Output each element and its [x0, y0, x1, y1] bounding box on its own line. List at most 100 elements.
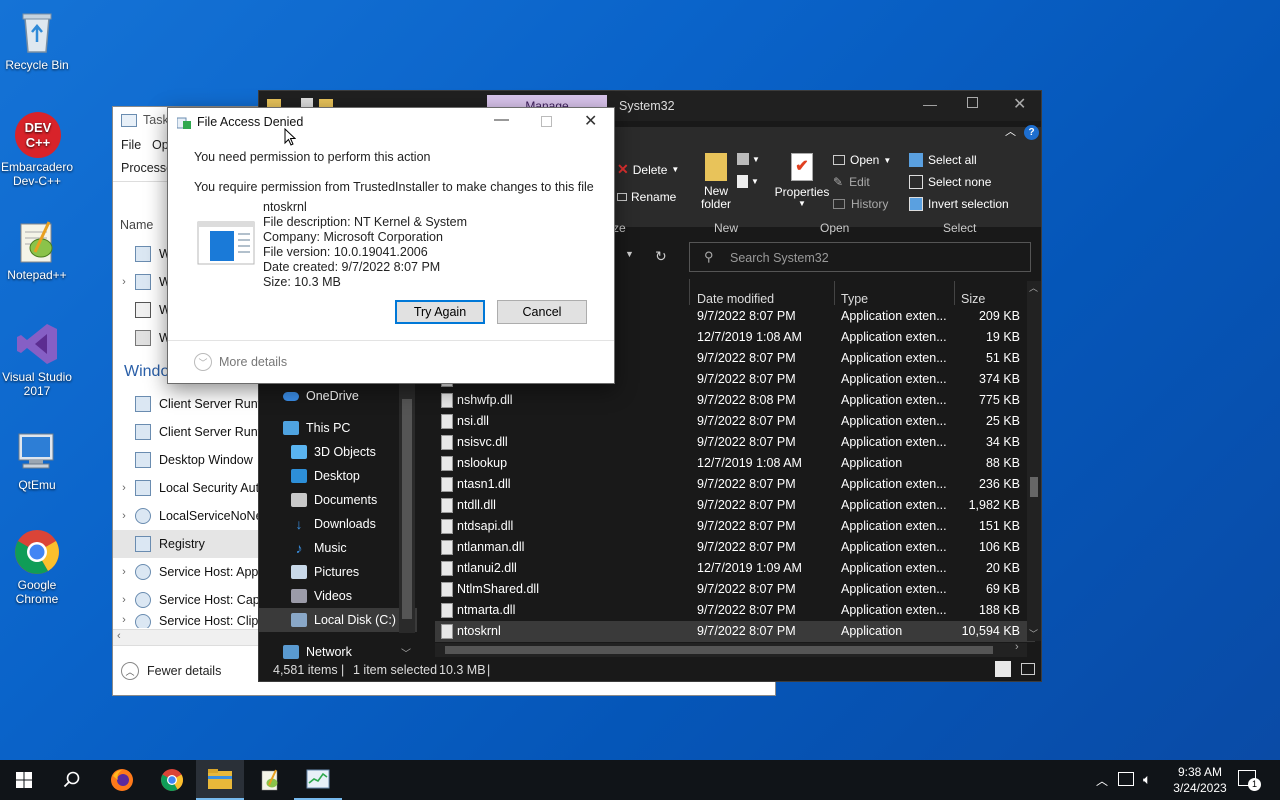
file-row[interactable]: ntasn1.dll 9/7/2022 8:07 PM Application ex… [435, 474, 1035, 495]
easy-access-button[interactable]: ▼ [737, 175, 759, 188]
nav-item-3d-objects[interactable]: 3D Objects [259, 440, 399, 464]
nav-item-onedrive[interactable]: OneDrive [259, 384, 399, 408]
process-row[interactable]: › Local Security Aut [113, 474, 273, 502]
taskbar-notepadpp[interactable] [246, 760, 294, 800]
process-row[interactable]: Client Server Runt [113, 390, 273, 418]
desktop-icon-recycle-bin[interactable]: Recycle Bin [0, 8, 74, 72]
search-button[interactable] [48, 760, 96, 800]
scroll-left-arrow-icon[interactable]: ‹ [117, 630, 121, 642]
new-item-button[interactable]: ▼ [737, 153, 760, 165]
desktop-icon-chrome[interactable]: Google Chrome [0, 528, 74, 606]
collapse-ribbon-chevron-icon[interactable]: ︿ [1005, 123, 1016, 139]
properties-button[interactable]: ✔ Properties ▼ [775, 153, 829, 208]
nav-scroll-down-chevron-icon[interactable]: ﹀ [401, 645, 411, 660]
file-row[interactable]: nsi.dll 9/7/2022 8:07 PM Application exten… [435, 411, 1035, 432]
file-row[interactable]: ntlanman.dll 9/7/2022 8:07 PM Application … [435, 537, 1035, 558]
dialog-close-button[interactable]: ✕ [584, 111, 597, 131]
nav-item-downloads[interactable]: ↓ Downloads [259, 512, 399, 536]
minimize-button[interactable]: — [923, 96, 937, 112]
file-row[interactable]: ntlanui2.dll 12/7/2019 1:09 AM Application… [435, 558, 1035, 579]
dialog-minimize-button[interactable]: — [494, 111, 509, 128]
nav-scrollbar-thumb[interactable] [402, 399, 412, 619]
scroll-up-arrow-icon[interactable]: ︿ [1029, 281, 1038, 294]
process-row[interactable]: Desktop Window [113, 446, 273, 474]
column-header-name[interactable]: Name [120, 218, 153, 232]
file-access-denied-dialog[interactable]: File Access Denied — ✕ You need permissi… [167, 107, 615, 384]
show-hidden-icons-chevron-icon[interactable]: ︿ [1096, 772, 1108, 789]
nav-item-this-pc[interactable]: This PC [259, 416, 399, 440]
edit-button[interactable]: ✎ Edit [833, 175, 870, 189]
start-button[interactable] [0, 760, 48, 800]
taskbar-file-explorer[interactable] [196, 760, 244, 800]
invert-selection-button[interactable]: Invert selection [909, 197, 1009, 211]
nav-item-network[interactable]: Network [259, 640, 399, 663]
nav-item-documents[interactable]: Documents [259, 488, 399, 512]
more-details-button[interactable]: ﹀ More details [194, 353, 287, 371]
recent-locations-dropdown[interactable]: ▼ [625, 249, 634, 259]
action-center-icon[interactable]: 1 [1238, 770, 1261, 791]
process-row[interactable]: Client Server Runt [113, 418, 273, 446]
refresh-icon[interactable]: ↻ [655, 248, 667, 265]
desktop-icon-notepadpp[interactable]: Notepad++ [0, 218, 74, 282]
scroll-right-arrow-icon[interactable]: › [1015, 641, 1019, 653]
file-list-scrollbar-thumb[interactable] [1030, 477, 1038, 497]
delete-button[interactable]: ✕ Delete ▼ [617, 161, 679, 178]
try-again-button[interactable]: Try Again [395, 300, 485, 324]
desktop-icon-qtemu[interactable]: QtEmu [0, 428, 74, 492]
column-date-modified[interactable]: Date modified [697, 292, 774, 306]
task-manager-menu-file[interactable]: File [121, 138, 141, 152]
select-all-button[interactable]: Select all [909, 153, 977, 167]
history-button[interactable]: History [833, 197, 888, 211]
file-list-hscrollbar-thumb[interactable] [445, 646, 993, 654]
volume-muted-icon[interactable]: 🔈︎ [1143, 771, 1151, 788]
details-view-button[interactable] [995, 661, 1011, 677]
column-size[interactable]: Size [961, 292, 985, 306]
file-row[interactable]: ntdll.dll 9/7/2022 8:07 PM Application ext… [435, 495, 1035, 516]
file-list-vertical-scrollbar[interactable] [1027, 281, 1041, 641]
process-row[interactable]: › Service Host: Appl [113, 558, 273, 586]
nav-item-pictures[interactable]: Pictures [259, 560, 399, 584]
file-type: Application exten... [841, 519, 947, 533]
search-box[interactable]: ⚲ Search System32 [689, 242, 1031, 272]
fewer-details-button[interactable]: ︿ Fewer details [121, 662, 221, 680]
column-type[interactable]: Type [841, 292, 868, 306]
taskbar-firefox[interactable] [98, 760, 146, 800]
tab-processes[interactable]: Processe [121, 161, 173, 175]
network-status-icon[interactable] [1118, 772, 1134, 786]
file-row[interactable]: NtlmShared.dll 9/7/2022 8:07 PM Applicatio… [435, 579, 1035, 600]
nav-item-music[interactable]: ♪ Music [259, 536, 399, 560]
process-row[interactable]: › Service Host: Capa [113, 586, 273, 614]
process-row[interactable]: › LocalServiceNoNe [113, 502, 273, 530]
select-none-button[interactable]: Select none [909, 175, 991, 189]
file-row[interactable]: nshwfp.dll 9/7/2022 8:08 PM Application ex… [435, 390, 1035, 411]
process-row[interactable]: › Service Host: Clip [113, 614, 273, 628]
system-clock[interactable]: 9:38 AM 3/24/2023 [1170, 764, 1230, 796]
file-list-horizontal-scrollbar[interactable] [435, 643, 1027, 657]
cancel-button[interactable]: Cancel [497, 300, 587, 324]
process-row-selected[interactable]: Registry [113, 530, 273, 558]
close-button[interactable]: ✕ [1013, 94, 1026, 114]
help-icon[interactable]: ? [1024, 125, 1039, 140]
dropdown-arrow-icon: ▼ [798, 199, 806, 208]
maximize-button[interactable] [967, 97, 978, 108]
new-folder-button[interactable]: New folder [699, 153, 733, 211]
file-row[interactable]: ntmarta.dll 9/7/2022 8:07 PM Application e… [435, 600, 1035, 621]
dll-file-icon [441, 519, 453, 534]
open-button[interactable]: Open ▼ [833, 153, 891, 167]
nav-item-videos[interactable]: Videos [259, 584, 399, 608]
rename-button[interactable]: Rename [617, 190, 676, 204]
window-process-icon [135, 480, 151, 496]
file-row[interactable]: nslookup 12/7/2019 1:08 AM Application 88 K… [435, 453, 1035, 474]
file-row[interactable]: nsisvc.dll 9/7/2022 8:07 PM Application ex… [435, 432, 1035, 453]
large-icons-view-button[interactable] [1021, 663, 1035, 675]
desktop-icon-visual-studio[interactable]: Visual Studio 2017 [0, 320, 74, 398]
taskbar-chrome[interactable] [148, 760, 196, 800]
file-row-selected[interactable]: ntoskrnl 9/7/2022 8:07 PM Application 10,59… [435, 621, 1035, 642]
nav-item-local-disk[interactable]: Local Disk (C:) [259, 608, 417, 632]
nav-item-desktop[interactable]: Desktop [259, 464, 399, 488]
scroll-down-arrow-icon[interactable]: ﹀ [1029, 627, 1038, 640]
desktop-icon-devcpp[interactable]: DEV C++ Embarcadero Dev-C++ [0, 110, 74, 188]
file-row[interactable]: ntdsapi.dll 9/7/2022 8:07 PM Application e… [435, 516, 1035, 537]
taskbar-task-manager[interactable] [294, 760, 342, 800]
horizontal-scrollbar[interactable]: ‹ [113, 629, 259, 645]
